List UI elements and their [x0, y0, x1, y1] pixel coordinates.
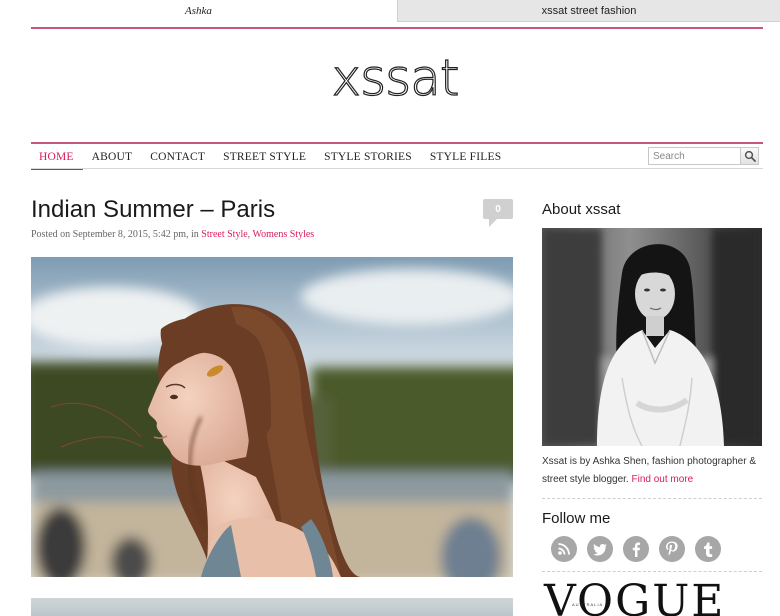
nav-item-style-files[interactable]: STYLE FILES: [421, 146, 511, 170]
tumblr-icon[interactable]: [695, 536, 721, 562]
post-title[interactable]: Indian Summer – Paris: [31, 196, 275, 224]
rss-icon[interactable]: [551, 536, 577, 562]
nav-item-street-style[interactable]: STREET STYLE: [214, 146, 315, 170]
nav-item-home[interactable]: HOME: [31, 146, 83, 170]
follow-heading: Follow me: [542, 510, 611, 527]
about-heading: About xssat: [542, 201, 621, 218]
tab-ashka[interactable]: Ashka: [0, 0, 398, 22]
tab-bar: Ashka xssat street fashion: [0, 0, 780, 22]
author-photo[interactable]: [542, 228, 762, 446]
nav-item-contact[interactable]: CONTACT: [141, 146, 214, 170]
search-input[interactable]: [648, 147, 742, 165]
post-date: Posted on September 8, 2015, 5:42 pm, in: [31, 229, 202, 240]
nav-item-about[interactable]: ABOUT: [83, 146, 142, 170]
main-nav: HOME ABOUT CONTACT STREET STYLE STYLE ST…: [31, 146, 510, 170]
category-link-street-style[interactable]: Street Style: [201, 229, 247, 240]
author-photo-image: [542, 228, 762, 446]
social-links: [551, 536, 721, 562]
second-post-photo[interactable]: [31, 598, 513, 616]
post-photo-image: [31, 257, 513, 577]
site-logo[interactable]: xssat: [0, 49, 780, 106]
facebook-icon[interactable]: [623, 536, 649, 562]
category-link-womens-styles[interactable]: Womens Styles: [253, 229, 315, 240]
find-out-more-link[interactable]: Find out more: [632, 474, 694, 485]
twitter-icon[interactable]: [587, 536, 613, 562]
vogue-logo[interactable]: VOGUE: [544, 578, 725, 616]
nav-item-style-stories[interactable]: STYLE STORIES: [315, 146, 421, 170]
about-text: Xssat is by Ashka Shen, fashion photogra…: [542, 453, 767, 489]
sidebar-divider-1: [542, 498, 762, 499]
search-button[interactable]: [740, 147, 759, 165]
tab-xssat-street-fashion[interactable]: xssat street fashion: [398, 0, 780, 22]
magnifier-icon: [744, 150, 756, 162]
vogue-logo-sub: AUSTRALIA: [572, 602, 604, 607]
header-top-rule: [31, 27, 763, 29]
post-photo[interactable]: [31, 257, 513, 577]
comment-count-badge[interactable]: 0: [483, 199, 513, 227]
nav-top-rule: [31, 142, 763, 144]
sidebar-divider-2: [542, 571, 762, 572]
nav-bottom-rule: [31, 168, 763, 169]
post-meta: Posted on September 8, 2015, 5:42 pm, in…: [31, 229, 314, 240]
pinterest-icon[interactable]: [659, 536, 685, 562]
